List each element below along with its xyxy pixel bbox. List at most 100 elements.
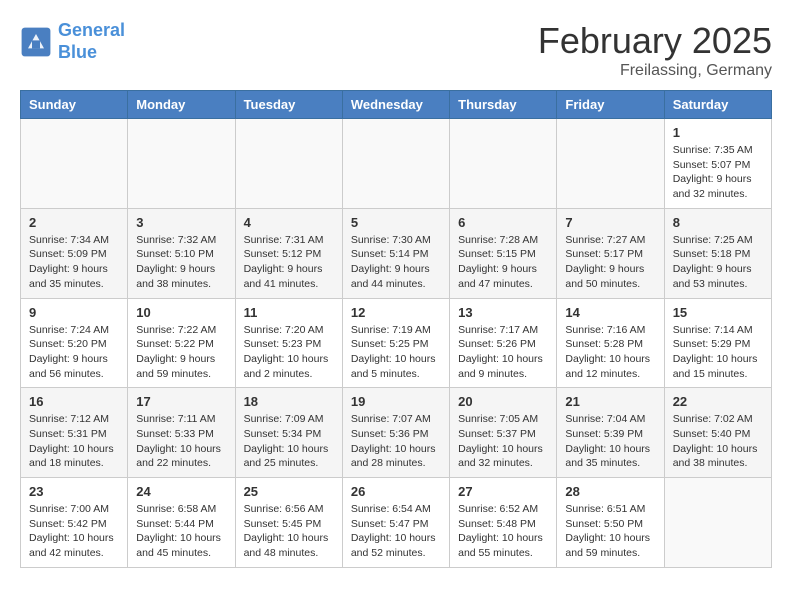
- day-number: 23: [29, 484, 119, 499]
- day-number: 18: [244, 394, 334, 409]
- day-info: Sunrise: 7:00 AM Sunset: 5:42 PM Dayligh…: [29, 502, 119, 561]
- calendar-cell: 7Sunrise: 7:27 AM Sunset: 5:17 PM Daylig…: [557, 208, 664, 298]
- day-number: 27: [458, 484, 548, 499]
- day-info: Sunrise: 7:19 AM Sunset: 5:25 PM Dayligh…: [351, 323, 441, 382]
- calendar-cell: 19 Sunrise: 7:07 AM Sunset: 5:36 PM Dayli…: [342, 388, 449, 478]
- calendar-cell: 26 Sunrise: 6:54 AM Sunset: 5:47 PM Dayli…: [342, 478, 449, 568]
- day-number: 2: [29, 215, 119, 230]
- weekday-header-thursday: Thursday: [450, 91, 557, 119]
- calendar-week-row: 1 Sunrise: 7:35 AM Sunset: 5:07 PM Daylig…: [21, 119, 772, 209]
- page-header: General Blue February 2025 Freilassing, …: [20, 20, 772, 80]
- calendar-week-row: 16 Sunrise: 7:12 AM Sunset: 5:31 PM Dayli…: [21, 388, 772, 478]
- calendar-cell: 28Sunrise: 6:51 AM Sunset: 5:50 PM Dayli…: [557, 478, 664, 568]
- day-number: 24: [136, 484, 226, 499]
- calendar-cell: 4 Sunrise: 7:31 AM Sunset: 5:12 PM Daylig…: [235, 208, 342, 298]
- calendar-week-row: 23 Sunrise: 7:00 AM Sunset: 5:42 PM Dayli…: [21, 478, 772, 568]
- weekday-header-sunday: Sunday: [21, 91, 128, 119]
- day-info: Sunrise: 6:54 AM Sunset: 5:47 PM Dayligh…: [351, 502, 441, 561]
- day-info: Sunrise: 7:31 AM Sunset: 5:12 PM Dayligh…: [244, 233, 334, 292]
- calendar-cell: 8Sunrise: 7:25 AM Sunset: 5:18 PM Daylig…: [664, 208, 771, 298]
- calendar-cell: 10 Sunrise: 7:22 AM Sunset: 5:22 PM Dayli…: [128, 298, 235, 388]
- day-number: 14: [565, 305, 655, 320]
- day-info: Sunrise: 7:20 AM Sunset: 5:23 PM Dayligh…: [244, 323, 334, 382]
- day-number: 15: [673, 305, 763, 320]
- day-number: 5: [351, 215, 441, 230]
- day-info: Sunrise: 7:14 AM Sunset: 5:29 PM Dayligh…: [673, 323, 763, 382]
- day-number: 20: [458, 394, 548, 409]
- logo-text: General Blue: [58, 20, 125, 63]
- calendar-cell: [128, 119, 235, 209]
- calendar-cell: 9 Sunrise: 7:24 AM Sunset: 5:20 PM Daylig…: [21, 298, 128, 388]
- day-info: Sunrise: 7:12 AM Sunset: 5:31 PM Dayligh…: [29, 412, 119, 471]
- weekday-header-wednesday: Wednesday: [342, 91, 449, 119]
- title-section: February 2025 Freilassing, Germany: [538, 20, 772, 80]
- calendar-cell: 3Sunrise: 7:32 AM Sunset: 5:10 PM Daylig…: [128, 208, 235, 298]
- day-info: Sunrise: 7:09 AM Sunset: 5:34 PM Dayligh…: [244, 412, 334, 471]
- day-info: Sunrise: 6:58 AM Sunset: 5:44 PM Dayligh…: [136, 502, 226, 561]
- calendar-week-row: 2Sunrise: 7:34 AM Sunset: 5:09 PM Daylig…: [21, 208, 772, 298]
- calendar-cell: 27 Sunrise: 6:52 AM Sunset: 5:48 PM Dayli…: [450, 478, 557, 568]
- day-number: 21: [565, 394, 655, 409]
- day-number: 10: [136, 305, 226, 320]
- month-title: February 2025: [538, 20, 772, 62]
- day-info: Sunrise: 6:52 AM Sunset: 5:48 PM Dayligh…: [458, 502, 548, 561]
- calendar-cell: [664, 478, 771, 568]
- calendar-cell: 17 Sunrise: 7:11 AM Sunset: 5:33 PM Dayli…: [128, 388, 235, 478]
- day-number: 7: [565, 215, 655, 230]
- day-number: 26: [351, 484, 441, 499]
- day-number: 22: [673, 394, 763, 409]
- calendar-cell: 20 Sunrise: 7:05 AM Sunset: 5:37 PM Dayli…: [450, 388, 557, 478]
- calendar-cell: 12Sunrise: 7:19 AM Sunset: 5:25 PM Dayli…: [342, 298, 449, 388]
- day-number: 25: [244, 484, 334, 499]
- calendar-cell: 14 Sunrise: 7:16 AM Sunset: 5:28 PM Dayli…: [557, 298, 664, 388]
- day-number: 6: [458, 215, 548, 230]
- calendar-cell: 15 Sunrise: 7:14 AM Sunset: 5:29 PM Dayli…: [664, 298, 771, 388]
- calendar-cell: 21 Sunrise: 7:04 AM Sunset: 5:39 PM Dayli…: [557, 388, 664, 478]
- day-info: Sunrise: 7:17 AM Sunset: 5:26 PM Dayligh…: [458, 323, 548, 382]
- weekday-header-friday: Friday: [557, 91, 664, 119]
- day-info: Sunrise: 7:22 AM Sunset: 5:22 PM Dayligh…: [136, 323, 226, 382]
- day-info: Sunrise: 7:35 AM Sunset: 5:07 PM Dayligh…: [673, 143, 763, 202]
- calendar-cell: 5 Sunrise: 7:30 AM Sunset: 5:14 PM Daylig…: [342, 208, 449, 298]
- calendar-week-row: 9 Sunrise: 7:24 AM Sunset: 5:20 PM Daylig…: [21, 298, 772, 388]
- day-info: Sunrise: 7:28 AM Sunset: 5:15 PM Dayligh…: [458, 233, 548, 292]
- calendar-cell: 11Sunrise: 7:20 AM Sunset: 5:23 PM Dayli…: [235, 298, 342, 388]
- calendar-cell: 23 Sunrise: 7:00 AM Sunset: 5:42 PM Dayli…: [21, 478, 128, 568]
- day-number: 13: [458, 305, 548, 320]
- day-info: Sunrise: 6:56 AM Sunset: 5:45 PM Dayligh…: [244, 502, 334, 561]
- weekday-header-row: SundayMondayTuesdayWednesdayThursdayFrid…: [21, 91, 772, 119]
- calendar-cell: 2Sunrise: 7:34 AM Sunset: 5:09 PM Daylig…: [21, 208, 128, 298]
- weekday-header-monday: Monday: [128, 91, 235, 119]
- day-info: Sunrise: 7:11 AM Sunset: 5:33 PM Dayligh…: [136, 412, 226, 471]
- day-info: Sunrise: 7:30 AM Sunset: 5:14 PM Dayligh…: [351, 233, 441, 292]
- day-number: 8: [673, 215, 763, 230]
- calendar-cell: 1 Sunrise: 7:35 AM Sunset: 5:07 PM Daylig…: [664, 119, 771, 209]
- calendar-cell: [21, 119, 128, 209]
- day-number: 4: [244, 215, 334, 230]
- day-info: Sunrise: 7:24 AM Sunset: 5:20 PM Dayligh…: [29, 323, 119, 382]
- day-info: Sunrise: 7:05 AM Sunset: 5:37 PM Dayligh…: [458, 412, 548, 471]
- logo-icon: [20, 26, 52, 58]
- day-number: 17: [136, 394, 226, 409]
- weekday-header-saturday: Saturday: [664, 91, 771, 119]
- calendar-cell: [235, 119, 342, 209]
- calendar-cell: 6 Sunrise: 7:28 AM Sunset: 5:15 PM Daylig…: [450, 208, 557, 298]
- logo: General Blue: [20, 20, 125, 63]
- location: Freilassing, Germany: [538, 62, 772, 80]
- calendar-cell: [557, 119, 664, 209]
- day-number: 9: [29, 305, 119, 320]
- calendar-cell: 16 Sunrise: 7:12 AM Sunset: 5:31 PM Dayli…: [21, 388, 128, 478]
- day-number: 16: [29, 394, 119, 409]
- day-info: Sunrise: 7:07 AM Sunset: 5:36 PM Dayligh…: [351, 412, 441, 471]
- day-info: Sunrise: 7:04 AM Sunset: 5:39 PM Dayligh…: [565, 412, 655, 471]
- day-number: 1: [673, 125, 763, 140]
- calendar-cell: [450, 119, 557, 209]
- weekday-header-tuesday: Tuesday: [235, 91, 342, 119]
- calendar-cell: 25 Sunrise: 6:56 AM Sunset: 5:45 PM Dayli…: [235, 478, 342, 568]
- day-number: 19: [351, 394, 441, 409]
- day-info: Sunrise: 7:32 AM Sunset: 5:10 PM Dayligh…: [136, 233, 226, 292]
- calendar-cell: 18 Sunrise: 7:09 AM Sunset: 5:34 PM Dayli…: [235, 388, 342, 478]
- calendar-cell: 13 Sunrise: 7:17 AM Sunset: 5:26 PM Dayli…: [450, 298, 557, 388]
- calendar-cell: 24 Sunrise: 6:58 AM Sunset: 5:44 PM Dayli…: [128, 478, 235, 568]
- day-info: Sunrise: 7:16 AM Sunset: 5:28 PM Dayligh…: [565, 323, 655, 382]
